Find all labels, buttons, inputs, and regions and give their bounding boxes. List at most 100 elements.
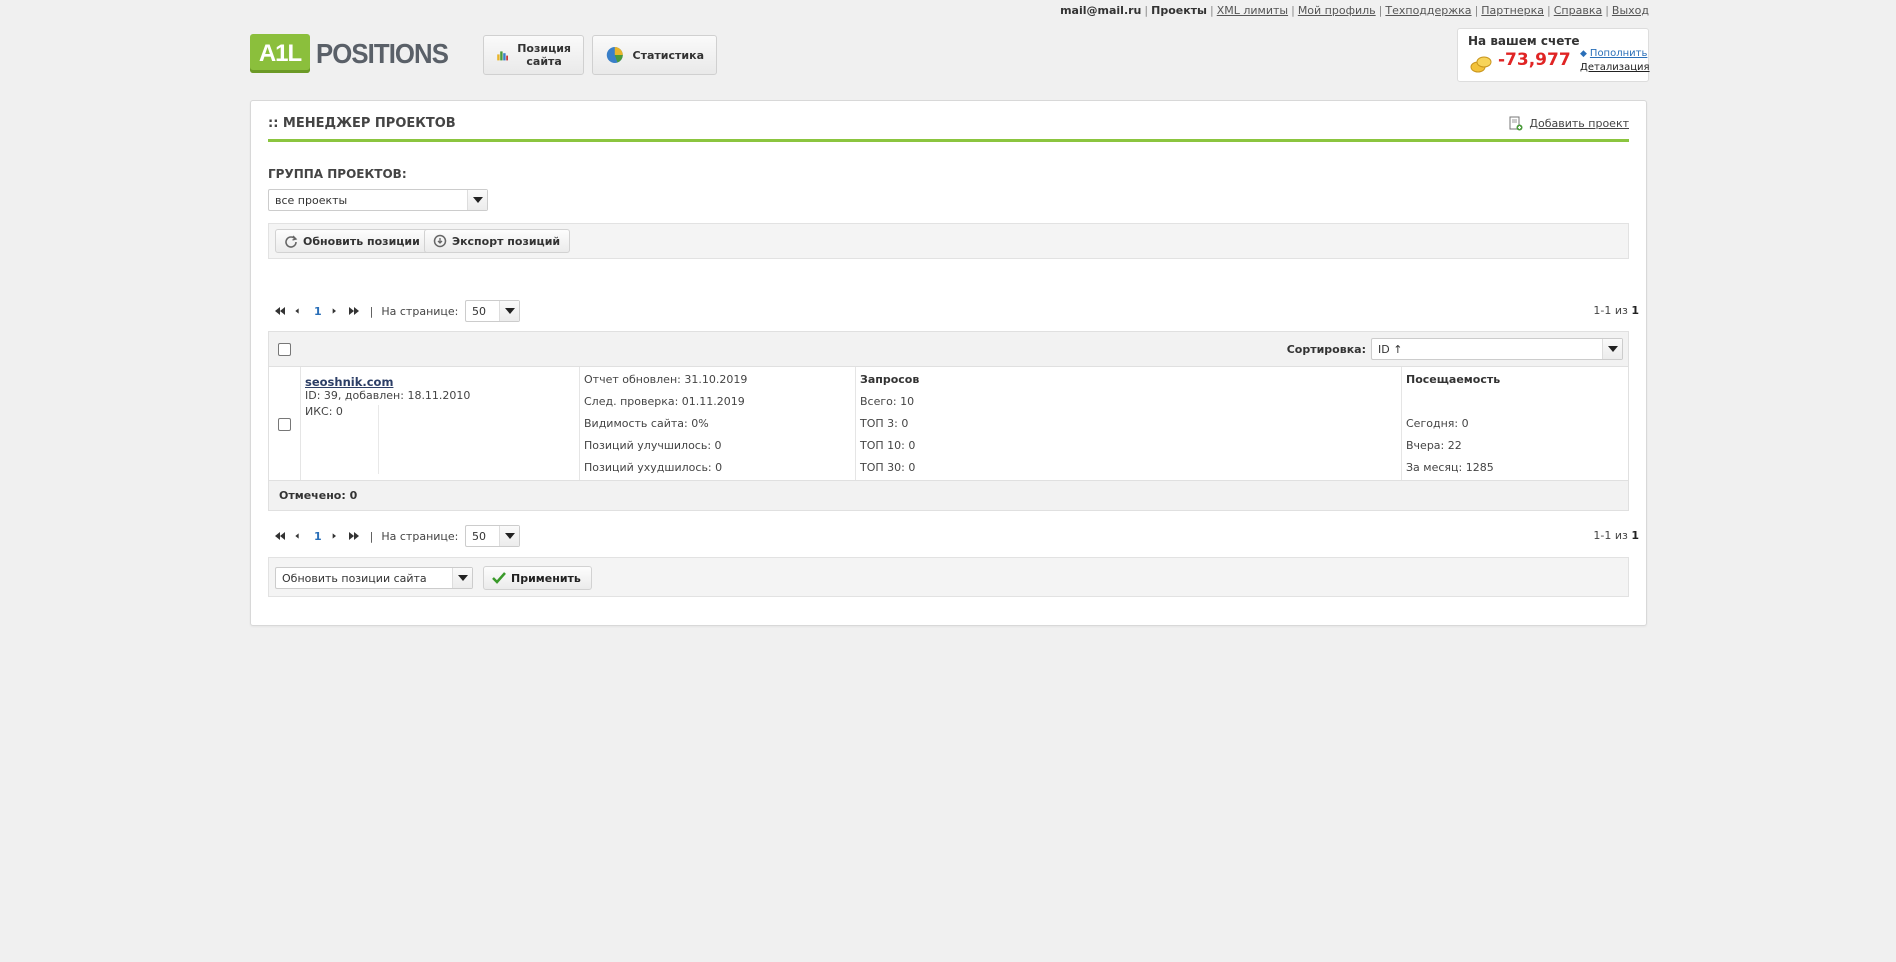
traffic-yesterday: Вчера: 22 bbox=[1406, 439, 1462, 452]
project-cell: seoshnik.com ID: 39, добавлен: 18.11.201… bbox=[300, 367, 579, 482]
table-row: seoshnik.com ID: 39, добавлен: 18.11.201… bbox=[269, 367, 1628, 482]
queries-cell: Запросов Всего: 10 ТОП 3: 0 ТОП 10: 0 ТО… bbox=[855, 367, 1401, 482]
nav-profile[interactable]: Мой профиль bbox=[1298, 4, 1376, 17]
table-header: Сортировка: ID ↑ bbox=[269, 332, 1628, 367]
last-page-icon[interactable] bbox=[348, 306, 360, 316]
topup-link-wrap: ◆ Пополнить bbox=[1580, 48, 1647, 59]
queries-top3: ТОП 3: 0 bbox=[860, 417, 909, 430]
queries-title: Запросов bbox=[860, 373, 920, 386]
user-email: mail@mail.ru bbox=[1060, 4, 1142, 17]
top-nav: mail@mail.ru | Проекты | XML лимиты | Мой проф… bbox=[1060, 4, 1649, 17]
first-page-icon[interactable] bbox=[274, 531, 286, 541]
update-positions-button[interactable]: Обновить позиции bbox=[275, 229, 430, 253]
traffic-cell: Посещаемость Сегодня: 0 Вчера: 22 За мес… bbox=[1401, 367, 1628, 482]
chevron-down-icon bbox=[467, 190, 487, 210]
actions-toolbar: Обновить позиции Экспорт позиций bbox=[268, 223, 1629, 259]
queries-top10: ТОП 10: 0 bbox=[860, 439, 916, 452]
last-page-icon[interactable] bbox=[348, 531, 360, 541]
row-checkbox[interactable] bbox=[278, 418, 291, 431]
project-group-select[interactable]: все проекты bbox=[268, 189, 488, 211]
queries-total: Всего: 10 bbox=[860, 395, 915, 408]
next-page-icon[interactable] bbox=[332, 306, 340, 316]
add-project[interactable]: Добавить проект bbox=[1509, 116, 1629, 131]
project-meta: ID: 39, добавлен: 18.11.2010 bbox=[305, 389, 471, 402]
positions-improved: Позиций улучшилось: 0 bbox=[584, 439, 722, 452]
per-page-label: На странице: bbox=[381, 304, 459, 318]
next-page-icon[interactable] bbox=[332, 531, 340, 541]
project-site-link[interactable]: seoshnik.com bbox=[305, 375, 393, 389]
refresh-icon bbox=[285, 235, 298, 248]
chevron-down-icon bbox=[452, 568, 472, 588]
coins-icon bbox=[1470, 56, 1492, 73]
export-icon bbox=[433, 234, 447, 248]
nav-logout[interactable]: Выход bbox=[1612, 4, 1649, 17]
report-cell: Отчет обновлен: 31.10.2019 След. проверк… bbox=[579, 367, 855, 482]
balance-amount: -73,977 bbox=[1498, 50, 1571, 70]
bar-chart-icon bbox=[497, 51, 509, 61]
balance-box: На вашем счете -73,977 ◆ Пополнить Детали… bbox=[1457, 28, 1650, 82]
nav-xml-limits[interactable]: XML лимиты bbox=[1217, 4, 1288, 17]
logo-mark: A1L bbox=[250, 34, 310, 73]
details-link[interactable]: Детализация bbox=[1580, 62, 1650, 73]
chevron-down-icon bbox=[499, 301, 519, 321]
nav-partner[interactable]: Партнерка bbox=[1481, 4, 1544, 17]
export-positions-button[interactable]: Экспорт позиций bbox=[424, 229, 571, 253]
traffic-today: Сегодня: 0 bbox=[1406, 417, 1469, 430]
prev-page-icon[interactable] bbox=[294, 531, 302, 541]
add-project-link[interactable]: Добавить проект bbox=[1529, 117, 1629, 130]
pager-bottom: 1 | На странице: bbox=[274, 525, 458, 547]
topup-link[interactable]: Пополнить bbox=[1590, 48, 1647, 59]
per-page-value: 50 bbox=[472, 304, 486, 318]
chevron-down-icon bbox=[1602, 339, 1622, 359]
pager-top: 1 | На странице: bbox=[274, 300, 458, 322]
project-manager-panel: :: МЕНЕДЖЕР ПРОЕКТОВ Добавить проект ГРУ… bbox=[250, 100, 1647, 626]
chevron-down-icon bbox=[499, 526, 519, 546]
page-title: :: МЕНЕДЖЕР ПРОЕКТОВ bbox=[268, 116, 456, 131]
logo-text: POSITIONS bbox=[316, 37, 449, 69]
bulk-action-bar: Обновить позиции сайта Применить bbox=[268, 557, 1629, 597]
current-page[interactable]: 1 bbox=[314, 530, 322, 543]
bulk-action-value: Обновить позиции сайта bbox=[282, 571, 427, 585]
project-group-label: ГРУППА ПРОЕКТОВ: bbox=[268, 167, 407, 181]
sort-label: Сортировка: bbox=[1286, 343, 1366, 356]
table-footer: Отмечено: 0 bbox=[269, 480, 1628, 510]
prev-page-icon[interactable] bbox=[294, 306, 302, 316]
nav-help[interactable]: Справка bbox=[1554, 4, 1602, 17]
site-logo[interactable]: A1L POSITIONS bbox=[250, 34, 459, 73]
results-count-top: 1-1 из 1 bbox=[1593, 304, 1639, 317]
sort-select[interactable]: ID ↑ bbox=[1371, 338, 1623, 360]
traffic-month: За месяц: 1285 bbox=[1406, 461, 1494, 474]
apply-label: Применить bbox=[511, 571, 581, 585]
bulk-action-select[interactable]: Обновить позиции сайта bbox=[275, 567, 473, 589]
positions-worsened: Позиций ухудшилось: 0 bbox=[584, 461, 723, 474]
export-positions-label: Экспорт позиций bbox=[452, 234, 561, 248]
first-page-icon[interactable] bbox=[274, 306, 286, 316]
update-positions-label: Обновить позиции bbox=[303, 234, 420, 248]
statistics-label: Статистика bbox=[632, 48, 704, 62]
project-iks: ИКС: 0 bbox=[305, 405, 343, 418]
per-page-value: 50 bbox=[472, 529, 486, 543]
current-page[interactable]: 1 bbox=[314, 305, 322, 318]
add-document-icon bbox=[1509, 116, 1523, 131]
site-positions-button[interactable]: Позиция сайта bbox=[483, 35, 584, 75]
traffic-title: Посещаемость bbox=[1406, 373, 1501, 386]
nav-projects[interactable]: Проекты bbox=[1151, 4, 1207, 17]
site-positions-label: Позиция сайта bbox=[517, 42, 571, 68]
balance-title: На вашем счете bbox=[1468, 34, 1580, 48]
next-check: След. проверка: 01.11.2019 bbox=[584, 395, 745, 408]
per-page-select-bottom[interactable]: 50 bbox=[465, 525, 520, 547]
select-all-checkbox[interactable] bbox=[278, 343, 291, 356]
panel-header: :: МЕНЕДЖЕР ПРОЕКТОВ Добавить проект bbox=[268, 116, 1629, 142]
project-group-value: все проекты bbox=[275, 193, 348, 207]
nav-support[interactable]: Техподдержка bbox=[1385, 4, 1471, 17]
site-visibility: Видимость сайта: 0% bbox=[584, 417, 709, 430]
projects-table: Сортировка: ID ↑ seoshnik.com ID: 39, до… bbox=[268, 331, 1629, 511]
pie-chart-icon bbox=[606, 47, 623, 63]
diamond-icon: ◆ bbox=[1580, 49, 1587, 59]
queries-top30: ТОП 30: 0 bbox=[860, 461, 916, 474]
per-page-select-top[interactable]: 50 bbox=[465, 300, 520, 322]
statistics-button[interactable]: Статистика bbox=[592, 35, 717, 75]
per-page-label: На странице: bbox=[381, 529, 459, 543]
report-updated: Отчет обновлен: 31.10.2019 bbox=[584, 373, 748, 386]
apply-button[interactable]: Применить bbox=[483, 566, 592, 590]
